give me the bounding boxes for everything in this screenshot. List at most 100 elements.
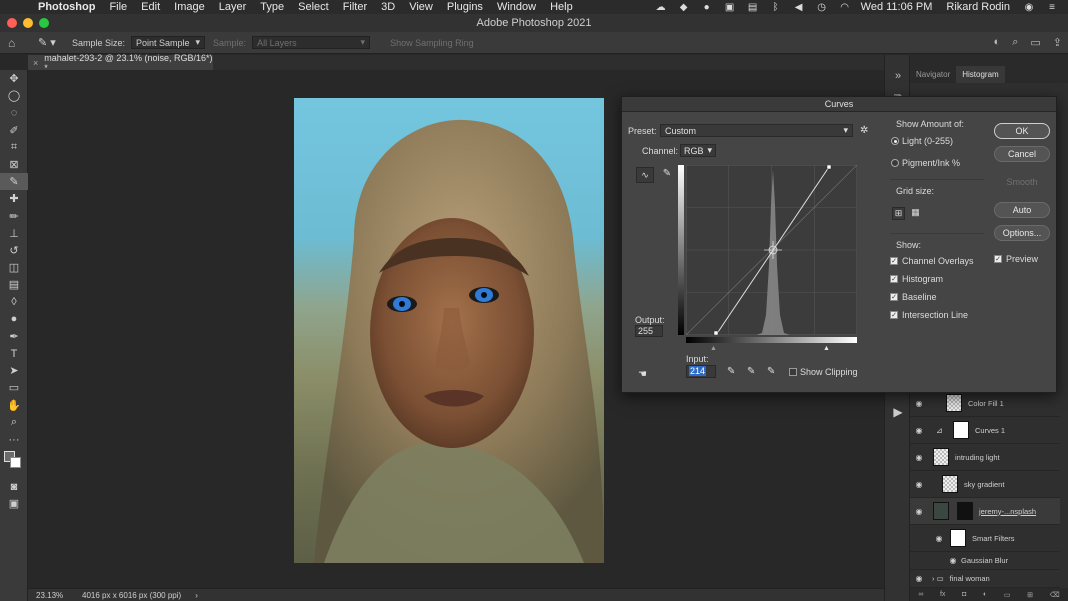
share-icon[interactable]: ⇪ bbox=[1053, 36, 1062, 49]
menu-view[interactable]: View bbox=[409, 1, 433, 13]
menu-file[interactable]: File bbox=[109, 1, 127, 13]
curve-point-tool-icon[interactable]: ∿ bbox=[636, 167, 654, 183]
group-icon[interactable]: ▭ bbox=[1004, 591, 1011, 599]
menu-help[interactable]: Help bbox=[550, 1, 573, 13]
menu-plugins[interactable]: Plugins bbox=[447, 1, 483, 13]
menu-image[interactable]: Image bbox=[174, 1, 205, 13]
brush-tool-icon[interactable]: ✏ bbox=[0, 208, 28, 225]
layer-row[interactable]: ◉ ⊿ Curves 1 bbox=[910, 417, 1060, 444]
dodge-tool-icon[interactable]: ● bbox=[0, 311, 28, 328]
wifi-icon[interactable]: ◠ bbox=[838, 2, 852, 13]
options-button[interactable]: Options... bbox=[994, 225, 1050, 241]
pen-tool-icon[interactable]: ✒ bbox=[0, 328, 28, 345]
simple-grid-icon[interactable]: ⊞ bbox=[892, 207, 905, 220]
history-brush-tool-icon[interactable]: ↺ bbox=[0, 242, 28, 259]
black-point-slider[interactable]: ▲ bbox=[710, 345, 717, 352]
show-clipping-checkbox[interactable] bbox=[789, 368, 797, 376]
zoom-level[interactable]: 23.13% bbox=[36, 591, 76, 600]
home-icon[interactable]: ⌂ bbox=[8, 36, 30, 50]
layer-name[interactable]: Smart Filters bbox=[972, 534, 1015, 543]
on-image-adjust-icon[interactable]: ☚ bbox=[638, 369, 647, 380]
tab-histogram[interactable]: Histogram bbox=[956, 66, 1005, 83]
eyedropper-preset-icon[interactable]: ✎ ▾ bbox=[38, 36, 68, 49]
pencil-tool-icon[interactable]: ✎ bbox=[658, 167, 676, 183]
layer-name[interactable]: jeremy-...nsplash bbox=[979, 507, 1036, 516]
menu-edit[interactable]: Edit bbox=[141, 1, 160, 13]
menu-filter[interactable]: Filter bbox=[343, 1, 367, 13]
gear-icon[interactable]: ✲ bbox=[860, 125, 868, 136]
sound-icon[interactable]: ◀ bbox=[792, 2, 806, 13]
fx-icon[interactable]: fx bbox=[940, 591, 945, 598]
menu-layer[interactable]: Layer bbox=[219, 1, 247, 13]
input-field[interactable]: 214 bbox=[686, 365, 716, 378]
dropbox-icon[interactable]: ◆ bbox=[677, 2, 691, 13]
screen-icon[interactable]: ▣ bbox=[723, 2, 737, 13]
light-radio[interactable] bbox=[891, 137, 899, 145]
white-point-slider[interactable]: ▲ bbox=[823, 345, 830, 352]
layer-name[interactable]: Gaussian Blur bbox=[961, 556, 1008, 565]
layer-name[interactable]: final woman bbox=[950, 574, 990, 583]
eye-icon[interactable]: ◉ bbox=[910, 399, 928, 408]
stamp-tool-icon[interactable]: ⊥ bbox=[0, 225, 28, 242]
move-tool-icon[interactable]: ✥ bbox=[0, 70, 28, 87]
folder-icon[interactable]: › ▭ bbox=[932, 574, 944, 583]
eye-icon[interactable]: ◉ bbox=[910, 574, 928, 583]
control-center-icon[interactable]: ≡ bbox=[1045, 2, 1059, 13]
creative-cloud-icon[interactable]: ☁ bbox=[654, 2, 668, 13]
menu-user[interactable]: Rikard Rodin bbox=[946, 1, 1010, 13]
user-icon[interactable]: ◐ bbox=[994, 36, 1001, 49]
gray-eyedropper-icon[interactable]: ✎ bbox=[747, 366, 755, 377]
quick-mask-icon[interactable]: ◙ bbox=[0, 478, 28, 495]
curve-point[interactable] bbox=[826, 165, 832, 170]
screen-mode-icon[interactable]: ▣ bbox=[0, 495, 28, 512]
intersection-line-checkbox[interactable]: ✓ bbox=[890, 311, 898, 319]
search-icon[interactable]: ⌕ bbox=[1012, 36, 1018, 49]
status-menu-arrow[interactable]: › bbox=[195, 591, 198, 600]
channel-select[interactable]: RGB ▾ bbox=[680, 144, 716, 157]
healing-brush-tool-icon[interactable]: ✚ bbox=[0, 190, 28, 207]
zoom-window-button[interactable] bbox=[39, 18, 49, 28]
layer-name[interactable]: Color Fill 1 bbox=[968, 399, 1004, 408]
blur-tool-icon[interactable]: ◊ bbox=[0, 293, 28, 310]
layer-name[interactable]: sky gradient bbox=[964, 480, 1004, 489]
white-eyedropper-icon[interactable]: ✎ bbox=[767, 366, 775, 377]
play-icon[interactable]: ▶ bbox=[885, 405, 911, 419]
black-eyedropper-icon[interactable]: ✎ bbox=[727, 366, 735, 377]
layer-row[interactable]: ◉ Smart Filters bbox=[910, 525, 1060, 552]
layer-name[interactable]: Curves 1 bbox=[975, 426, 1005, 435]
more-tools-icon[interactable]: ··· bbox=[0, 431, 28, 448]
eye-icon[interactable]: ◉ bbox=[948, 556, 958, 565]
baseline-checkbox[interactable]: ✓ bbox=[890, 293, 898, 301]
layer-row[interactable]: ◉ jeremy-...nsplash bbox=[910, 498, 1060, 525]
frame-tool-icon[interactable]: ⊠ bbox=[0, 156, 28, 173]
close-window-button[interactable] bbox=[7, 18, 17, 28]
sample-select[interactable]: All Layers ▾ bbox=[252, 36, 371, 49]
hand-tool-icon[interactable]: ✋ bbox=[0, 397, 28, 414]
menu-window[interactable]: Window bbox=[497, 1, 536, 13]
smooth-button[interactable]: Smooth bbox=[994, 175, 1050, 191]
sample-size-select[interactable]: Point Sample ▾ bbox=[131, 36, 206, 49]
tab-navigator[interactable]: Navigator bbox=[910, 70, 956, 83]
crop-tool-icon[interactable]: ⌗ bbox=[0, 139, 28, 156]
workspace-icon[interactable]: ▭ bbox=[1030, 36, 1040, 49]
menu-3d[interactable]: 3D bbox=[381, 1, 395, 13]
marquee-tool-icon[interactable]: ◯ bbox=[0, 87, 28, 104]
auto-button[interactable]: Auto bbox=[994, 202, 1050, 218]
siri-icon[interactable]: ◉ bbox=[1022, 2, 1036, 13]
collapse-icon[interactable]: » bbox=[885, 65, 911, 87]
preview-checkbox[interactable]: ✓ bbox=[994, 255, 1002, 263]
ok-button[interactable]: OK bbox=[994, 123, 1050, 139]
adjustment-icon[interactable]: ◐ bbox=[983, 591, 987, 598]
show-sampling-ring[interactable]: Show Sampling Ring bbox=[390, 38, 474, 48]
close-icon[interactable]: × bbox=[33, 58, 38, 68]
path-select-tool-icon[interactable]: ➤ bbox=[0, 362, 28, 379]
menu-clock[interactable]: Wed 11:06 PM bbox=[861, 1, 933, 13]
rectangle-tool-icon[interactable]: ▭ bbox=[0, 379, 28, 396]
curves-graph[interactable] bbox=[686, 165, 857, 335]
histogram-checkbox[interactable]: ✓ bbox=[890, 275, 898, 283]
eye-icon[interactable]: ◉ bbox=[910, 507, 928, 516]
type-tool-icon[interactable]: T bbox=[0, 345, 28, 362]
menu-app[interactable]: Photoshop bbox=[38, 1, 95, 13]
note-icon[interactable]: ▤ bbox=[746, 2, 760, 13]
menu-select[interactable]: Select bbox=[298, 1, 329, 13]
